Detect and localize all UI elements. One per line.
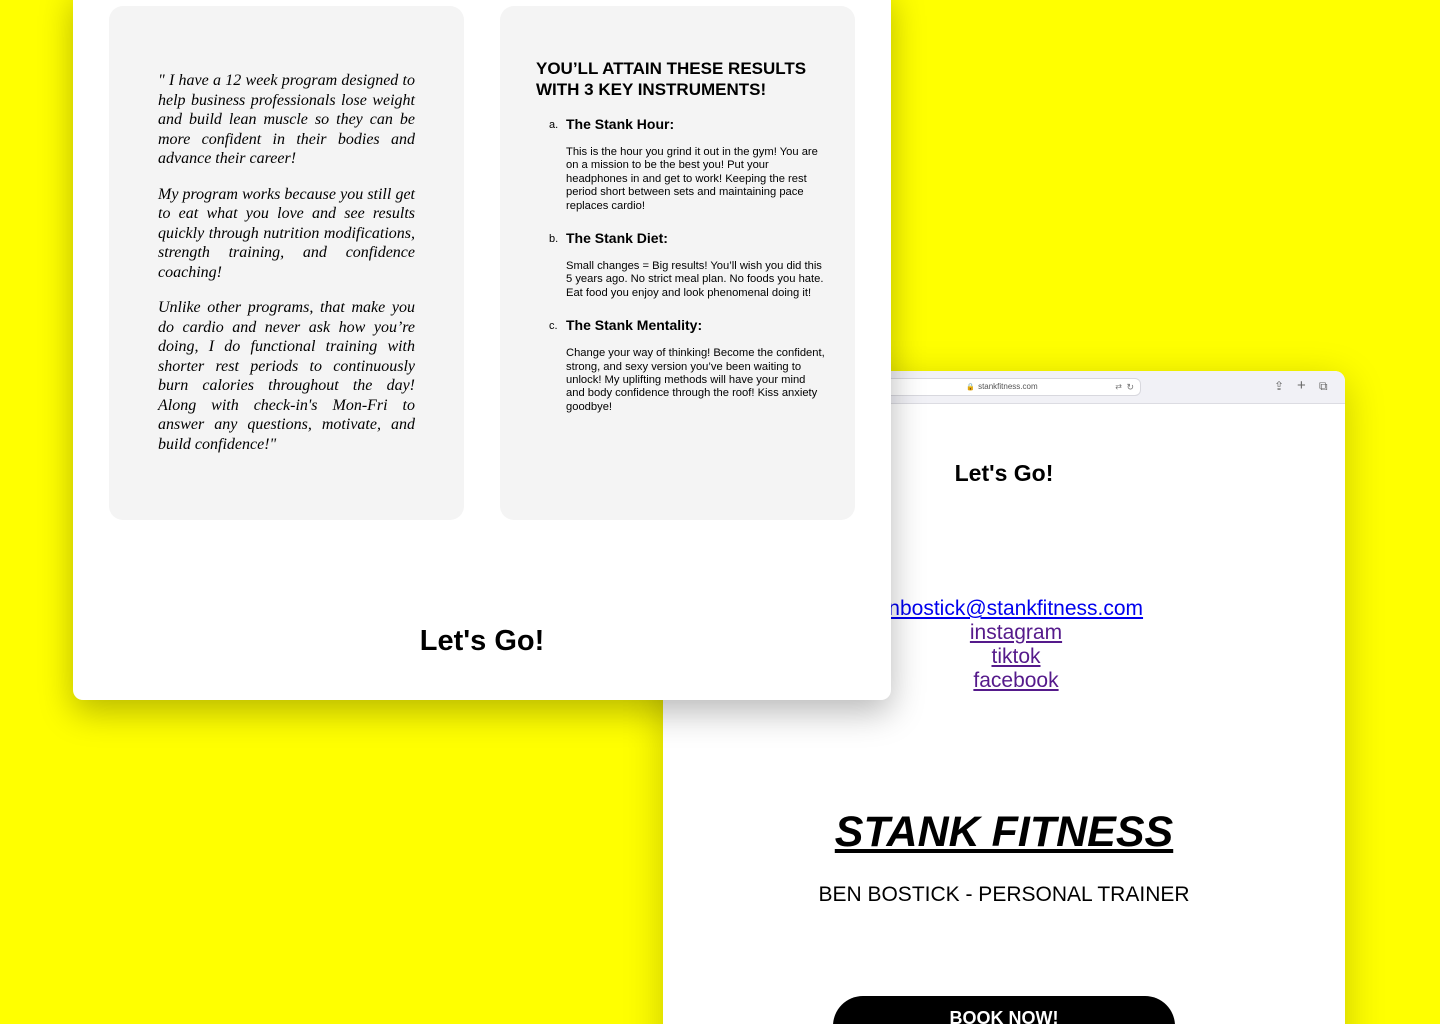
brand-title: STANK FITNESS: [834, 808, 1174, 856]
results-section: YOU’LL ATTAIN THESE RESULTS WITH 3 KEY I…: [536, 58, 826, 431]
list-item: a. The Stank Hour: This is the hour you …: [536, 116, 826, 213]
results-card: YOU’LL ATTAIN THESE RESULTS WITH 3 KEY I…: [500, 6, 855, 520]
item-text: This is the hour you grind it out in the…: [566, 146, 818, 212]
translate-icon[interactable]: ⇄: [1115, 379, 1122, 395]
list-marker: b.: [549, 233, 559, 246]
list-marker: a.: [549, 119, 559, 131]
new-tab-icon[interactable]: +: [1297, 378, 1306, 394]
results-heading: YOU’LL ATTAIN THESE RESULTS WITH 3 KEY I…: [536, 59, 807, 99]
list-marker: c.: [549, 320, 558, 333]
item-title: The Stank Mentality:: [566, 317, 703, 334]
item-title: The Stank Diet:: [566, 230, 668, 247]
testimonial-paragraph: My program works because you still get t…: [158, 185, 415, 281]
testimonial-paragraph: " I have a 12 week program designed to h…: [158, 72, 415, 167]
list-item: b. The Stank Diet: Small changes = Big r…: [536, 230, 826, 300]
address-bar[interactable]: 🔒 stankfitness.com ⇄ ↻: [863, 378, 1141, 396]
item-text: Change your way of thinking! Become the …: [566, 347, 825, 413]
results-list: a. The Stank Hour: This is the hour you …: [536, 116, 826, 414]
lock-icon: 🔒: [966, 384, 976, 391]
lets-go-heading: Let's Go!: [419, 625, 545, 657]
share-icon[interactable]: ⇪: [1274, 378, 1284, 394]
reload-icon[interactable]: ↻: [1126, 379, 1134, 395]
testimonial-paragraph: Unlike other programs, that make you do …: [158, 299, 415, 453]
item-title: The Stank Hour:: [566, 116, 675, 132]
address-url: stankfitness.com: [978, 382, 1038, 391]
tab-overview-icon[interactable]: ⧉: [1319, 378, 1328, 394]
brand-subtitle: BEN BOSTICK - PERSONAL TRAINER: [818, 883, 1190, 906]
front-page-window: " I have a 12 week program designed to h…: [73, 0, 891, 700]
list-item: c. The Stank Mentality: Change your way …: [536, 317, 826, 414]
item-text: Small changes = Big results! You’ll wish…: [566, 260, 824, 299]
testimonial-text: " I have a 12 week program designed to h…: [158, 71, 415, 470]
book-now-button[interactable]: BOOK NOW!: [833, 996, 1175, 1024]
testimonial-card: " I have a 12 week program designed to h…: [109, 6, 464, 520]
